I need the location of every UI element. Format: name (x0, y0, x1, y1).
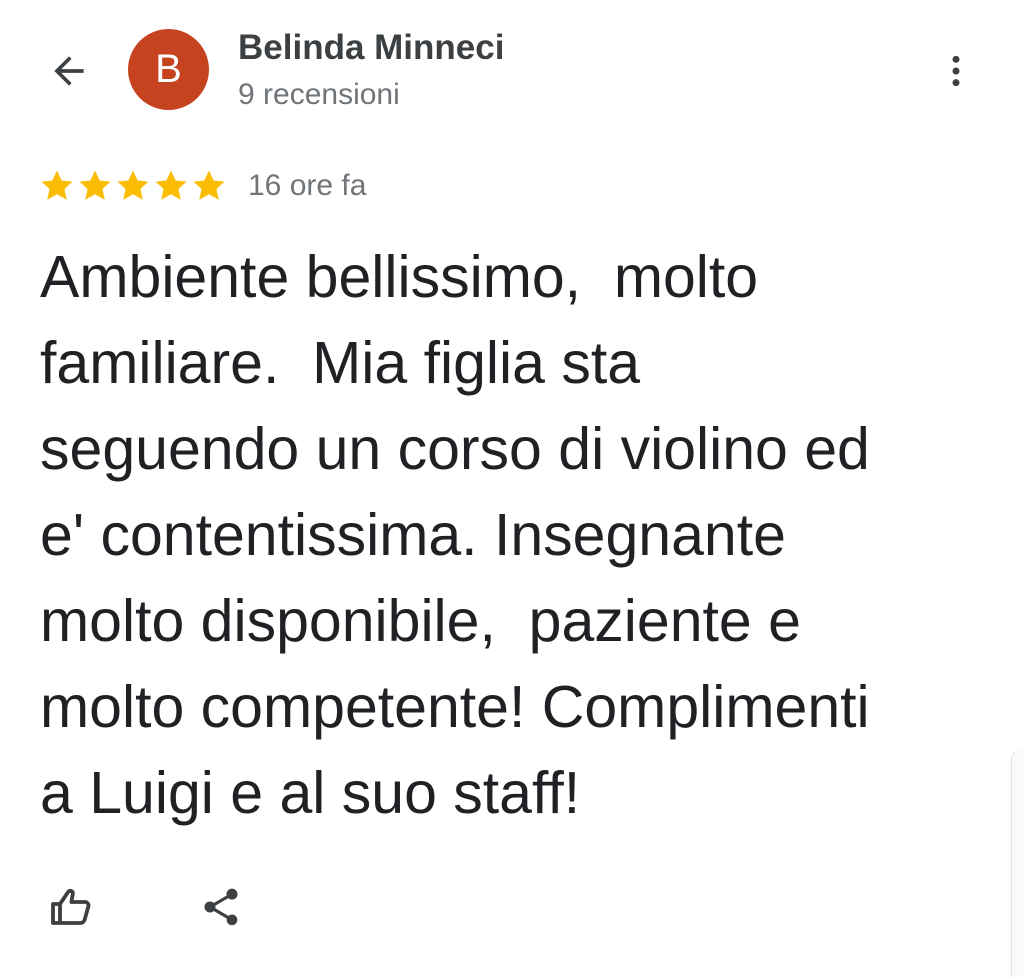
review-text-line: molto competente! Complimenti (40, 674, 870, 740)
review-text-line: e' contentissima. Insegnante (40, 502, 786, 568)
arrow-back-icon (54, 56, 84, 86)
review-text: Ambiente bellissimo, molto familiare. Mia… (40, 234, 1000, 836)
review-time: 16 ore fa (248, 169, 367, 202)
more-vertical-icon (952, 55, 960, 87)
star-icon (193, 170, 225, 200)
reviewer-review-count: 9 recensioni (238, 78, 400, 111)
review-card: B Belinda Minneci 9 recensioni 16 ore fa… (0, 0, 1024, 977)
review-text-line: molto disponibile, paziente e (40, 588, 801, 654)
avatar[interactable]: B (128, 29, 209, 110)
like-button[interactable] (44, 880, 98, 934)
review-text-line: familiare. Mia figlia sta (40, 330, 641, 396)
back-button[interactable] (44, 46, 94, 96)
star-icon (117, 170, 149, 200)
share-icon (204, 888, 238, 926)
review-text-line: Ambiente bellissimo, molto (40, 244, 759, 310)
thumbs-up-icon (51, 889, 91, 925)
review-text-line: a Luigi e al suo staff! (40, 760, 581, 826)
reviewer-name[interactable]: Belinda Minneci (238, 28, 504, 68)
share-button[interactable] (194, 880, 248, 934)
avatar-letter: B (155, 47, 182, 91)
scroll-edge (1011, 748, 1024, 977)
star-icon (79, 170, 111, 200)
rating-row: 16 ore fa (38, 164, 366, 208)
star-icon (155, 170, 187, 200)
more-options-button[interactable] (934, 46, 978, 96)
review-text-line: seguendo un corso di violino ed (40, 416, 870, 482)
star-icon (41, 170, 73, 200)
star-rating (38, 167, 228, 205)
